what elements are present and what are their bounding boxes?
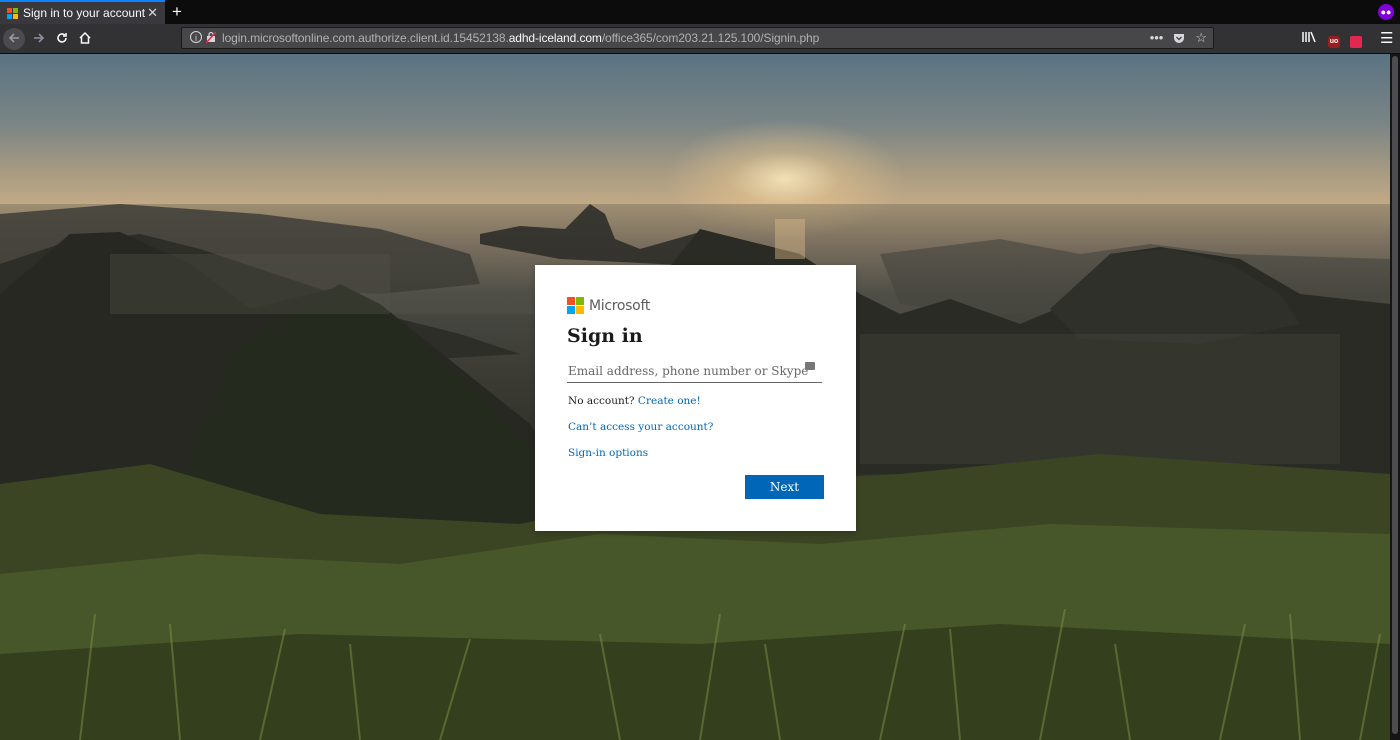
navigation-toolbar: i login.microsoftonline.com.authorize.cl… [0, 24, 1400, 54]
brand-name: Microsoft [589, 297, 651, 314]
no-account-text: No account? [568, 395, 635, 407]
site-info-icon[interactable]: i [190, 31, 202, 43]
cant-access-row: Can’t access your account? [568, 421, 713, 433]
url-prefix: login.microsoftonline.com.authorize.clie… [222, 31, 509, 45]
forward-arrow-icon[interactable] [28, 28, 50, 50]
page-actions-icon[interactable]: ••• [1150, 29, 1164, 47]
microsoft-favicon-icon [7, 8, 18, 19]
no-account-row: No account? Create one! [568, 395, 701, 407]
logo-square-green [576, 297, 584, 305]
page-scrollbar[interactable] [1390, 54, 1400, 740]
private-browsing-mask-icon: ●● [1378, 4, 1394, 20]
signin-options-link[interactable]: Sign-in options [568, 447, 648, 459]
next-button[interactable]: Next [745, 475, 824, 499]
microsoft-logo: Microsoft [567, 297, 650, 314]
home-icon[interactable] [74, 28, 96, 50]
microsoft-logo-icon [567, 297, 584, 314]
hamburger-menu-icon[interactable]: ☰ [1380, 28, 1394, 50]
extension-icon[interactable] [1350, 35, 1362, 48]
tab-title: Sign in to your account [23, 6, 146, 20]
cant-access-link[interactable]: Can’t access your account? [568, 421, 713, 433]
tab-strip: Sign in to your account ✕ + ●● [0, 0, 1400, 24]
library-icon[interactable] [1300, 28, 1318, 50]
page-title: Sign in [567, 325, 643, 347]
back-arrow-icon[interactable] [3, 28, 25, 50]
signin-options-row: Sign-in options [568, 447, 648, 459]
toolbar-extensions: uo [1300, 28, 1362, 50]
ublock-icon[interactable]: uo [1328, 35, 1340, 48]
logo-square-yellow [576, 306, 584, 314]
pocket-icon[interactable] [1173, 29, 1185, 47]
logo-square-red [567, 297, 575, 305]
email-field[interactable] [567, 359, 822, 383]
tab-close-icon[interactable]: ✕ [147, 5, 158, 21]
address-bar[interactable]: i login.microsoftonline.com.authorize.cl… [181, 27, 1214, 49]
tab-active[interactable]: Sign in to your account ✕ [0, 0, 165, 24]
reload-icon[interactable] [51, 28, 73, 50]
insecure-lock-icon[interactable] [206, 31, 216, 43]
url-host: adhd-iceland.com [508, 31, 602, 45]
page-actions: ••• ☆ [1150, 29, 1207, 47]
logo-square-blue [567, 306, 575, 314]
new-tab-button[interactable]: + [168, 1, 186, 23]
create-account-link[interactable]: Create one! [638, 395, 701, 407]
scrollbar-thumb[interactable] [1392, 56, 1398, 734]
signin-card: Microsoft Sign in No account? Create one… [535, 265, 856, 531]
url-text: login.microsoftonline.com.authorize.clie… [222, 31, 819, 45]
bookmark-star-icon[interactable]: ☆ [1195, 29, 1207, 47]
url-path: /office365/com203.21.125.100/Signin.php [601, 31, 820, 45]
password-manager-key-icon[interactable] [805, 362, 815, 370]
